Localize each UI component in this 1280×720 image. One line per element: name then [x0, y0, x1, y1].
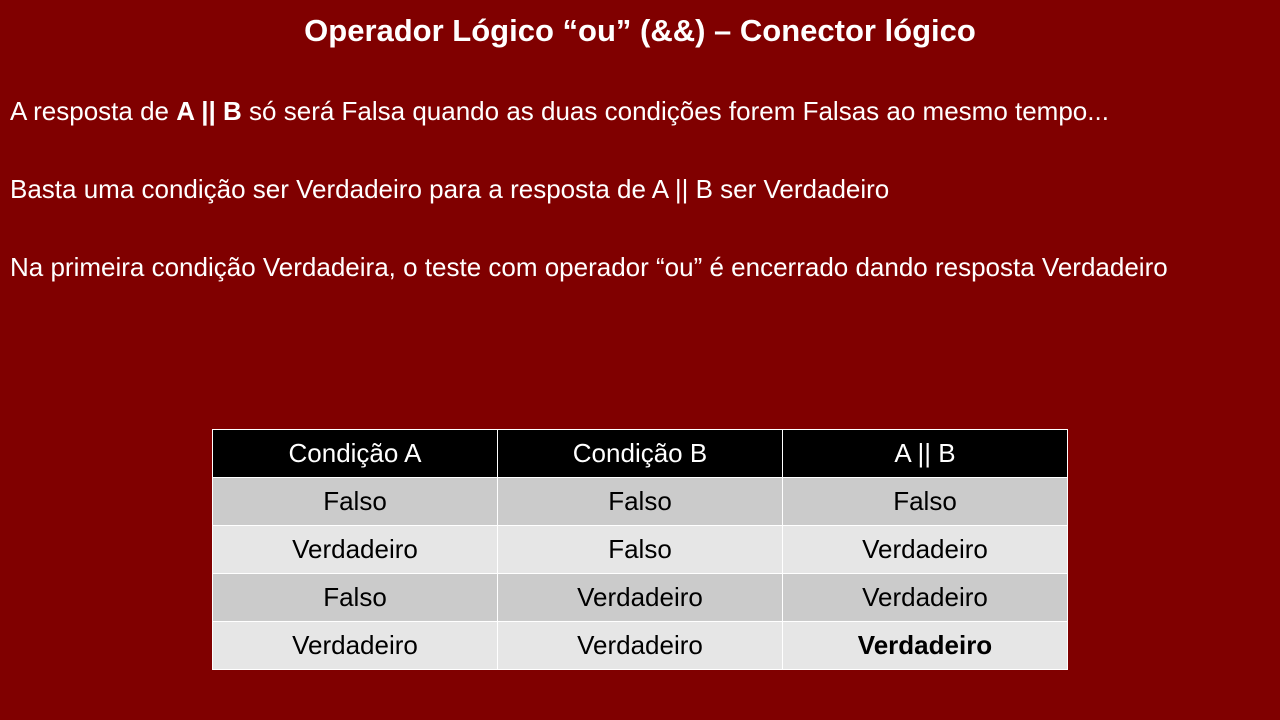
table-cell: Falso: [212, 573, 498, 622]
table-cell: Falso: [497, 477, 783, 526]
slide-title: Operador Lógico “ou” (&&) – Conector lóg…: [304, 13, 976, 48]
table-row: Verdadeiro Verdadeiro Verdadeiro: [212, 621, 1068, 670]
table-cell: Verdadeiro: [497, 573, 783, 622]
paragraph-short-circuit-rule: Na primeira condição Verdadeira, o teste…: [10, 252, 1168, 282]
paragraph-text-after: só será Falsa quando as duas condições f…: [241, 96, 1109, 126]
table-cell: Verdadeiro: [497, 621, 783, 670]
table-row: Falso Falso Falso: [212, 477, 1068, 526]
paragraph-or-false-rule: A resposta de A || B só será Falsa quand…: [10, 94, 1260, 128]
paragraph-one-true-rule: Basta uma condição ser Verdadeiro para a…: [10, 174, 890, 204]
table-cell: Falso: [497, 525, 783, 574]
header-a-or-b: A || B: [782, 429, 1068, 478]
paragraph-text-before: A resposta de: [10, 96, 177, 126]
table-cell: Verdadeiro: [782, 525, 1068, 574]
table-cell: Falso: [212, 477, 498, 526]
table-header-row: Condição A Condição B A || B: [212, 429, 1068, 478]
expression-a-or-b: A || B: [176, 96, 242, 126]
table-cell: Verdadeiro: [212, 621, 498, 670]
table-cell: Verdadeiro: [212, 525, 498, 574]
truth-table: Condição A Condição B A || B Falso Falso…: [212, 429, 1068, 670]
table-cell-highlighted: Verdadeiro: [782, 621, 1068, 670]
header-condition-a: Condição A: [212, 429, 498, 478]
table-row: Verdadeiro Falso Verdadeiro: [212, 525, 1068, 574]
table-cell: Falso: [782, 477, 1068, 526]
table-row: Falso Verdadeiro Verdadeiro: [212, 573, 1068, 622]
table-cell: Verdadeiro: [782, 573, 1068, 622]
header-condition-b: Condição B: [497, 429, 783, 478]
